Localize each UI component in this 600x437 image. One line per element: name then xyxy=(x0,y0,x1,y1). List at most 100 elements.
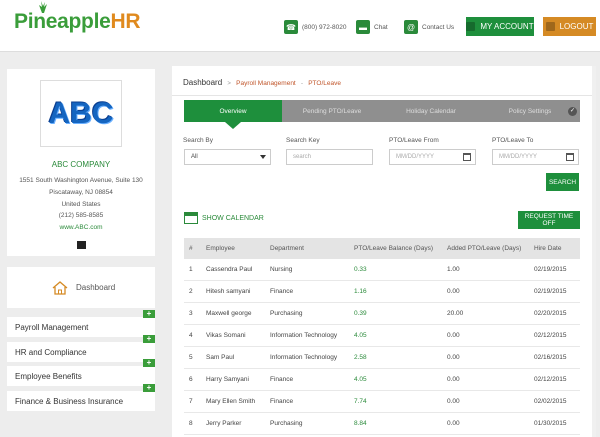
department: Information Technology xyxy=(270,354,338,361)
added-pto: 0.00 xyxy=(447,288,460,295)
breadcrumb-root[interactable]: Dashboard xyxy=(183,78,222,87)
column-header: Employee xyxy=(206,245,235,252)
table-row[interactable]: 5 Sam Paul Information Technology 2.58 0.00 0… xyxy=(184,347,580,369)
pto-balance: 1.16 xyxy=(354,288,367,295)
search-by-select[interactable]: All xyxy=(184,149,271,165)
added-pto: 0.00 xyxy=(447,398,460,405)
pto-to-placeholder: MM/DD/YYYY xyxy=(499,154,538,160)
hire-date: 02/19/2015 xyxy=(534,288,567,295)
pto-from-label: PTO/Leave From xyxy=(389,137,439,144)
table-row[interactable]: 8 Jerry Parker Purchasing 8.84 0.00 01/30/201… xyxy=(184,413,580,435)
request-time-off-button[interactable]: REQUEST TIME OFF xyxy=(518,211,580,229)
company-website[interactable]: www.ABC.com xyxy=(7,224,155,231)
sidebar-item-hr-compliance[interactable]: HR and Compliance + xyxy=(7,335,155,362)
department: Finance xyxy=(270,376,294,383)
row-number: 2 xyxy=(189,288,193,295)
expand-plus-icon[interactable]: + xyxy=(143,359,155,367)
row-number: 6 xyxy=(189,376,193,383)
sidebar-item-benefits[interactable]: Employee Benefits + xyxy=(7,359,155,386)
hire-date: 02/16/2015 xyxy=(534,354,567,361)
home-icon xyxy=(52,280,68,295)
contact-icon: @ xyxy=(404,20,418,34)
pto-to-date-field[interactable]: MM/DD/YYYY xyxy=(492,149,579,165)
expand-plus-icon[interactable]: + xyxy=(143,310,155,318)
pto-balance: 8.84 xyxy=(354,420,367,427)
column-header: Department xyxy=(270,245,304,252)
table-row[interactable]: 2 Hitesh samyani Finance 1.16 0.00 02/19/2015 xyxy=(184,281,580,303)
tab-bar: Overview Pending PTO/Leave Holiday Calen… xyxy=(184,100,580,129)
search-by-value: All xyxy=(191,154,198,160)
chat-link[interactable]: ▬ Chat xyxy=(356,19,388,35)
table-row[interactable]: 1 Cassendra Paul Nursing 0.33 1.00 02/19/2015 xyxy=(184,259,580,281)
pto-balance: 4.05 xyxy=(354,376,367,383)
search-key-label: Search Key xyxy=(286,137,320,144)
search-button[interactable]: SEARCH xyxy=(546,173,579,191)
edit-icon[interactable] xyxy=(77,241,86,249)
show-calendar-label: SHOW CALENDAR xyxy=(202,214,264,222)
hire-date: 02/20/2015 xyxy=(534,310,567,317)
tab-overview[interactable]: Overview xyxy=(184,100,282,122)
phone-link[interactable]: ☎ (800) 972-8020 xyxy=(284,19,346,35)
added-pto: 0.00 xyxy=(447,332,460,339)
row-number: 4 xyxy=(189,332,193,339)
table-row[interactable]: 4 Vikas Somani Information Technology 4.05 0… xyxy=(184,325,580,347)
tab-holiday-calendar[interactable]: Holiday Calendar xyxy=(382,100,480,122)
table-row[interactable]: 6 Harry Samyani Finance 4.05 0.00 02/12/2015 xyxy=(184,369,580,391)
company-country: United States xyxy=(61,201,101,208)
expand-plus-icon[interactable]: + xyxy=(143,335,155,343)
pto-balance: 7.74 xyxy=(354,398,367,405)
pto-from-date-field[interactable]: MM/DD/YYYY xyxy=(389,149,476,165)
pto-table: # Employee Department PTO/Leave Balance … xyxy=(184,238,580,435)
employee-name: Cassendra Paul xyxy=(206,266,253,273)
table-row[interactable]: 3 Maxwell george Purchasing 0.39 20.00 02/20/… xyxy=(184,303,580,325)
calendar-icon[interactable] xyxy=(463,153,471,161)
tab-pending[interactable]: Pending PTO/Leave xyxy=(282,100,382,122)
sidebar-item-label: Finance & Business Insurance xyxy=(15,396,124,406)
row-number: 7 xyxy=(189,398,193,405)
calendar-icon xyxy=(184,212,198,224)
table-row[interactable]: 7 Mary Ellen Smith Finance 7.74 0.00 02/02/20… xyxy=(184,391,580,413)
logout-button[interactable]: LOGOUT xyxy=(543,17,596,36)
department: Information Technology xyxy=(270,332,338,339)
column-header: Hire Date xyxy=(534,245,562,252)
column-header: Added PTO/Leave (Days) xyxy=(447,245,522,252)
tab-label: Overview xyxy=(219,107,247,115)
table-header: # Employee Department PTO/Leave Balance … xyxy=(184,238,580,259)
sidebar-item-label: Payroll Management xyxy=(15,322,89,332)
pineapplehr-logo[interactable]: PineappleHR xyxy=(14,10,141,34)
tab-label: Holiday Calendar xyxy=(406,107,456,115)
column-header: # xyxy=(189,245,193,252)
row-number: 8 xyxy=(189,420,193,427)
employee-name: Hitesh samyani xyxy=(206,288,251,295)
phone-icon: ☎ xyxy=(284,20,298,34)
company-logo: ABC xyxy=(40,80,122,147)
sidebar-item-payroll[interactable]: Payroll Management + xyxy=(7,310,155,337)
my-account-button[interactable]: MY ACCOUNT xyxy=(466,17,534,36)
chat-label: Chat xyxy=(374,23,388,31)
employee-name: Jerry Parker xyxy=(206,420,242,427)
tab-policy-settings[interactable]: Policy Settings xyxy=(480,100,580,122)
page-scrollbar[interactable] xyxy=(592,66,596,437)
company-address-line2: Piscataway, NJ 08854 xyxy=(49,189,113,196)
search-key-input[interactable]: search xyxy=(286,149,373,165)
department: Purchasing xyxy=(270,420,303,427)
row-number: 3 xyxy=(189,310,193,317)
logo-pineapple-text: Pineapple xyxy=(14,10,111,33)
sidebar-item-label: Employee Benefits xyxy=(15,371,82,381)
sidebar-item-label: HR and Compliance xyxy=(15,347,87,357)
tab-label: Policy Settings xyxy=(508,107,552,115)
employee-name: Sam Paul xyxy=(206,354,235,361)
added-pto: 0.00 xyxy=(447,376,460,383)
calendar-icon[interactable] xyxy=(566,153,574,161)
sidebar-item-finance-insurance[interactable]: Finance & Business Insurance + xyxy=(7,384,155,411)
show-calendar-link[interactable]: SHOW CALENDAR xyxy=(184,212,264,224)
pto-to-label: PTO/Leave To xyxy=(492,137,534,144)
contact-link[interactable]: @ Contact Us xyxy=(404,19,454,35)
search-by-label: Search By xyxy=(183,137,213,144)
sidebar-item-dashboard[interactable]: Dashboard xyxy=(7,267,155,308)
breadcrumb-payroll[interactable]: Payroll Management xyxy=(236,80,296,87)
expand-plus-icon[interactable]: + xyxy=(143,384,155,392)
main-panel: Dashboard > Payroll Management - PTO/Lea… xyxy=(172,66,596,437)
company-name: ABC COMPANY xyxy=(51,160,111,169)
hire-date: 01/30/2015 xyxy=(534,420,567,427)
